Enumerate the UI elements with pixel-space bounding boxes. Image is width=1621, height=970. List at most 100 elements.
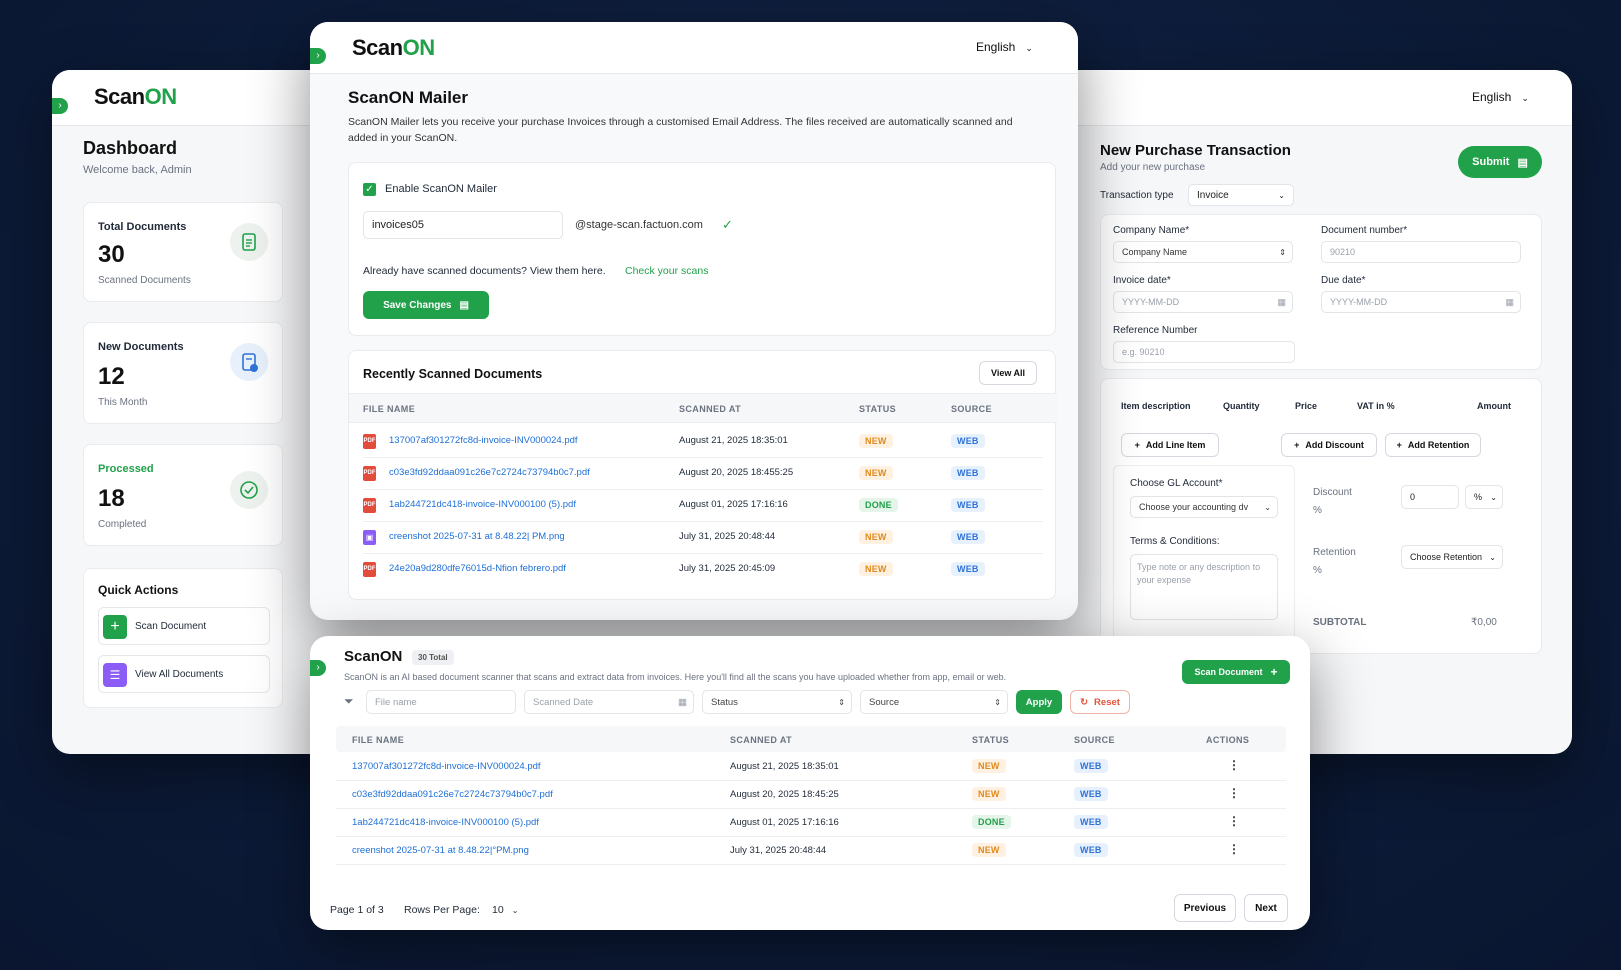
table-row[interactable]: 1ab244721dc418-invoice-INV000100 (5).pdf… xyxy=(336,808,1286,836)
transaction-type-label: Transaction type xyxy=(1100,190,1174,201)
status-badge: NEW xyxy=(972,787,1006,801)
source-badge: WEB xyxy=(951,434,985,448)
due-date-field[interactable]: YYYY-MM-DD ▦ xyxy=(1321,291,1521,313)
file-name[interactable]: 1ab244721dc418-invoice-INV000100 (5).pdf xyxy=(389,499,576,510)
file-name[interactable]: 137007af301272fc8d-invoice-INV000024.pdf xyxy=(389,435,578,446)
transaction-type-select[interactable]: Invoice ⌄ xyxy=(1188,184,1294,206)
col-actions: ACTIONS xyxy=(1206,735,1250,745)
stat-value: 30 xyxy=(98,241,125,268)
enable-checkbox[interactable]: ✓ xyxy=(363,183,376,196)
file-name[interactable]: creenshot 2025-07-31 at 8.48.22| PM.png xyxy=(389,531,565,542)
table-row[interactable]: creenshot 2025-07-31 at 8.48.22|°PM.png … xyxy=(336,836,1286,864)
next-button[interactable]: Next xyxy=(1244,894,1288,922)
rows-per-page-label: Rows Per Page: xyxy=(404,904,480,916)
table-row[interactable]: PDF 137007af301272fc8d-invoice-INV000024… xyxy=(349,425,1057,457)
scanned-at: August 21, 2025 18:35:01 xyxy=(730,761,839,772)
file-name[interactable]: c03e3fd92ddaa091c26e7c2724c73794b0c7.pdf xyxy=(389,467,590,478)
pdf-file-icon: PDF xyxy=(363,466,376,481)
col-source: SOURCE xyxy=(1074,735,1115,745)
file-name[interactable]: 1ab244721dc418-invoice-INV000100 (5).pdf xyxy=(352,817,539,828)
retention-select[interactable]: Choose Retention ⌄ xyxy=(1401,545,1503,569)
check-circle-icon xyxy=(230,471,268,509)
filter-icon[interactable]: ⏷ xyxy=(344,694,354,709)
company-select[interactable]: Company Name ⇕ xyxy=(1113,241,1293,263)
file-name-filter[interactable]: File name xyxy=(366,690,516,714)
scan-document-action[interactable]: + Scan Document xyxy=(98,607,270,645)
table-row[interactable]: 137007af301272fc8d-invoice-INV000024.pdf… xyxy=(336,752,1286,780)
scanon-logo: ScanON xyxy=(352,35,435,60)
more-actions-icon[interactable]: ⋮ xyxy=(1228,842,1240,856)
add-line-item-button[interactable]: + Add Line Item xyxy=(1121,433,1219,457)
col-quantity: Quantity xyxy=(1223,401,1260,411)
stat-sub: This Month xyxy=(98,397,148,408)
sidebar-toggle-icon[interactable]: › xyxy=(52,98,68,114)
status-filter[interactable]: Status ⇕ xyxy=(702,690,852,714)
document-add-icon xyxy=(230,343,268,381)
previous-button[interactable]: Previous xyxy=(1174,894,1236,922)
view-all-button[interactable]: View All xyxy=(979,361,1037,385)
document-icon xyxy=(230,223,268,261)
col-vat: VAT in % xyxy=(1357,401,1395,411)
file-name[interactable]: c03e3fd92ddaa091c26e7c2724c73794b0c7.pdf xyxy=(352,789,553,800)
scanned-at: August 21, 2025 18:35:01 xyxy=(679,435,788,446)
stat-label: New Documents xyxy=(98,341,184,353)
source-filter[interactable]: Source ⇕ xyxy=(860,690,1008,714)
save-changes-button[interactable]: Save Changes ▤ xyxy=(363,291,489,319)
submit-button[interactable]: Submit ▤ xyxy=(1458,146,1542,178)
table-row[interactable]: PDF 24e20a9d280dfe76015d-Nfion febrero.p… xyxy=(349,553,1057,585)
discount-type-select[interactable]: % ⌄ xyxy=(1465,485,1503,509)
view-all-documents-action[interactable]: ☰ View All Documents xyxy=(98,655,270,693)
recent-scans-card: Recently Scanned Documents View All FILE… xyxy=(348,350,1057,600)
scanned-date-filter[interactable]: Scanned Date ▦ xyxy=(524,690,694,714)
check-scans-link[interactable]: Check your scans xyxy=(625,265,708,277)
reset-button[interactable]: ↻ Reset xyxy=(1070,690,1130,714)
gl-panel: Choose GL Account* Choose your accountin… xyxy=(1113,465,1295,645)
pdf-file-icon: PDF xyxy=(363,498,376,513)
discount-field[interactable]: 0 xyxy=(1401,485,1459,509)
file-name[interactable]: 137007af301272fc8d-invoice-INV000024.pdf xyxy=(352,761,541,772)
rows-per-page-select[interactable]: 10 ⌄ xyxy=(492,904,518,916)
add-retention-button[interactable]: + Add Retention xyxy=(1385,433,1481,457)
plus-icon: + xyxy=(1396,440,1402,450)
calendar-icon: ▦ xyxy=(678,696,687,708)
language-select[interactable]: English ⌄ xyxy=(976,40,1033,54)
gl-select[interactable]: Choose your accounting dv ⌄ xyxy=(1130,496,1278,518)
docnum-field[interactable]: 90210 xyxy=(1321,241,1521,263)
calendar-icon: ▦ xyxy=(1277,296,1286,307)
email-domain: @stage-scan.factuon.com xyxy=(575,219,703,231)
sidebar-toggle-icon[interactable]: › xyxy=(310,48,326,64)
sidebar-toggle-icon[interactable]: › xyxy=(310,660,326,676)
scanned-at: August 20, 2025 18:455:25 xyxy=(679,467,794,478)
chevron-down-icon: ⌄ xyxy=(1264,502,1271,512)
email-prefix-input[interactable]: invoices05 xyxy=(363,211,563,239)
scanned-at: July 31, 2025 20:45:09 xyxy=(679,563,776,574)
table-header xyxy=(336,726,1286,752)
terms-textarea[interactable]: Type note or any description to your exp… xyxy=(1130,554,1278,620)
reference-field[interactable]: e.g. 90210 xyxy=(1113,341,1295,363)
apply-button[interactable]: Apply xyxy=(1016,690,1062,714)
docnum-label: Document number* xyxy=(1321,225,1408,236)
stat-value: 12 xyxy=(98,363,125,390)
plus-icon: + xyxy=(1270,665,1278,679)
chevron-down-icon: ⌄ xyxy=(1490,492,1497,502)
table-row[interactable]: PDF c03e3fd92ddaa091c26e7c2724c73794b0c7… xyxy=(349,457,1057,489)
more-actions-icon[interactable]: ⋮ xyxy=(1228,758,1240,772)
scanned-at: July 31, 2025 20:48:44 xyxy=(679,531,776,542)
scan-document-button[interactable]: Scan Document + xyxy=(1182,660,1290,684)
col-scanned-at: SCANNED AT xyxy=(679,404,741,414)
reference-label: Reference Number xyxy=(1113,325,1198,336)
file-name[interactable]: creenshot 2025-07-31 at 8.48.22|°PM.png xyxy=(352,845,529,856)
purchase-subtitle: Add your new purchase xyxy=(1100,162,1206,173)
file-name[interactable]: 24e20a9d280dfe76015d-Nfion febrero.pdf xyxy=(389,563,566,574)
table-row[interactable]: c03e3fd92ddaa091c26e7c2724c73794b0c7.pdf… xyxy=(336,780,1286,808)
table-row[interactable]: ▣ creenshot 2025-07-31 at 8.48.22| PM.pn… xyxy=(349,521,1057,553)
col-scanned-at: SCANNED AT xyxy=(730,735,792,745)
company-label: Company Name* xyxy=(1113,225,1190,236)
table-row[interactable]: PDF 1ab244721dc418-invoice-INV000100 (5)… xyxy=(349,489,1057,521)
more-actions-icon[interactable]: ⋮ xyxy=(1228,814,1240,828)
more-actions-icon[interactable]: ⋮ xyxy=(1228,786,1240,800)
source-badge: WEB xyxy=(1074,759,1108,773)
invoice-date-field[interactable]: YYYY-MM-DD ▦ xyxy=(1113,291,1293,313)
language-select[interactable]: English ⌄ xyxy=(1472,90,1529,104)
add-discount-button[interactable]: + Add Discount xyxy=(1281,433,1377,457)
